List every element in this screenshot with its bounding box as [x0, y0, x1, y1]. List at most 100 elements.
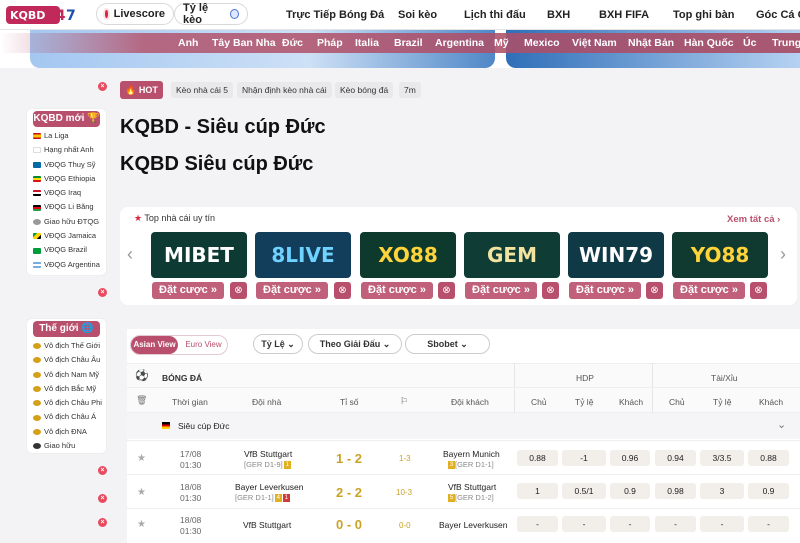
close-ad-icon[interactable]: × — [98, 466, 107, 475]
bet-button[interactable]: Đặt cược » — [361, 282, 433, 299]
country-link[interactable]: Argentina — [435, 37, 484, 49]
tag-link[interactable]: Nhận định kèo nhà cái — [237, 82, 332, 98]
chevron-down-icon[interactable]: ⌄ — [777, 418, 786, 431]
country-link[interactable]: Úc — [743, 37, 756, 49]
bookmaker-mibet-logo[interactable]: MIBET — [151, 232, 247, 278]
odds-away[interactable]: 0.9 — [610, 483, 650, 499]
country-link[interactable]: Brazil — [394, 37, 423, 49]
see-all-link[interactable]: Xem tất cả › — [727, 214, 780, 225]
nav-live[interactable]: Trực Tiếp Bóng Đá — [286, 9, 384, 21]
odds-over[interactable]: - — [655, 516, 696, 532]
odds-away[interactable]: 0.96 — [610, 450, 650, 466]
world-item[interactable]: Vô địch Nam Mỹ — [27, 368, 106, 382]
country-link[interactable]: Mỹ — [494, 37, 509, 49]
tag-link[interactable]: Kèo nhà cái 5 — [171, 82, 233, 98]
country-link[interactable]: Trung Q — [772, 37, 800, 49]
league-item[interactable]: VĐQG Argentina — [27, 258, 106, 272]
odds-ou-line[interactable]: - — [700, 516, 744, 532]
world-item[interactable]: Vô địch Châu Âu — [27, 353, 106, 367]
world-item[interactable]: Vô địch Thế Giới — [27, 339, 106, 353]
country-link[interactable]: Anh — [178, 37, 198, 49]
favorite-star-icon[interactable]: ★ — [137, 487, 146, 498]
odds-handicap[interactable]: -1 — [562, 450, 606, 466]
bet-button[interactable]: Đặt cược » — [256, 282, 328, 299]
match-score[interactable]: 0 - 0 — [336, 517, 362, 532]
odds-ou-line[interactable]: 3 — [700, 483, 744, 499]
home-team[interactable]: VfB Stuttgart — [244, 449, 292, 459]
odds-over[interactable]: 0.94 — [655, 450, 696, 466]
league-item[interactable]: VĐQG Jamaica — [27, 229, 106, 243]
odds-home[interactable]: 1 — [517, 483, 558, 499]
away-team[interactable]: VfB Stuttgart — [448, 482, 496, 492]
match-score[interactable]: 1 - 2 — [336, 451, 362, 466]
away-team[interactable]: Bayer Leverkusen — [439, 520, 508, 530]
league-item[interactable]: VĐQG Ethiopia — [27, 172, 106, 186]
bet-button[interactable]: Đặt cược » — [673, 282, 745, 299]
tag-link[interactable]: Kèo bóng đá — [335, 82, 394, 98]
league-item[interactable]: VĐQG Iraq — [27, 186, 106, 200]
odds-home[interactable]: 0.88 — [517, 450, 558, 466]
world-item[interactable]: Vô địch ĐNA — [27, 425, 106, 439]
country-link[interactable]: Italia — [355, 37, 379, 49]
league-item[interactable]: VĐQG Li Băng — [27, 200, 106, 214]
bookmaker-gem-logo[interactable]: GEM — [464, 232, 560, 278]
remove-icon[interactable]: ⊗ — [646, 282, 663, 299]
remove-icon[interactable]: ⊗ — [230, 282, 247, 299]
tag-link[interactable]: 7m — [399, 82, 421, 98]
match-score[interactable]: 2 - 2 — [336, 485, 362, 500]
league-item[interactable]: Hạng nhất Anh — [27, 143, 106, 157]
country-link[interactable]: Pháp — [317, 37, 343, 49]
world-item[interactable]: Giao hữu — [27, 439, 106, 453]
nav-goc[interactable]: Góc Cá Cư — [756, 9, 800, 21]
country-link[interactable]: Việt Nam — [572, 37, 617, 49]
bookmaker-xo88-logo[interactable]: XO88 — [360, 232, 456, 278]
country-link[interactable]: Mexico — [524, 37, 560, 49]
odds-home[interactable]: - — [517, 516, 558, 532]
nav-schedule[interactable]: Lịch thi đấu — [464, 9, 526, 21]
nav-bxh-fifa[interactable]: BXH FIFA — [599, 9, 649, 21]
odds-over[interactable]: 0.98 — [655, 483, 696, 499]
remove-icon[interactable]: ⊗ — [542, 282, 559, 299]
nav-bxh[interactable]: BXH — [547, 9, 570, 21]
close-ad-icon[interactable]: × — [98, 518, 107, 527]
odds-under[interactable]: - — [748, 516, 789, 532]
odds-type-select[interactable]: Tỷ Lệ ⌄ — [253, 334, 303, 354]
country-link[interactable]: Tây Ban Nha — [212, 37, 276, 49]
remove-icon[interactable]: ⊗ — [334, 282, 351, 299]
bet-button[interactable]: Đặt cược » — [569, 282, 641, 299]
odds-away[interactable]: - — [610, 516, 650, 532]
country-link[interactable]: Hàn Quốc — [684, 37, 734, 49]
bet-button[interactable]: Đặt cược » — [465, 282, 537, 299]
world-item[interactable]: Vô địch Châu Á — [27, 410, 106, 424]
prev-arrow-icon[interactable]: ‹ — [127, 244, 133, 265]
bookmaker-select[interactable]: Sbobet ⌄ — [405, 334, 490, 354]
bookmaker-yo88-logo[interactable]: YO88 — [672, 232, 768, 278]
favorite-star-icon[interactable]: ★ — [137, 519, 146, 530]
home-team[interactable]: VfB Stuttgart — [243, 520, 291, 530]
bookmaker-8live-logo[interactable]: 8LIVE — [255, 232, 351, 278]
league-filter-select[interactable]: Theo Giải Đấu ⌄ — [308, 334, 402, 354]
remove-icon[interactable]: ⊗ — [750, 282, 767, 299]
country-link[interactable]: Nhật Bản — [628, 37, 674, 49]
odds-under[interactable]: 0.9 — [748, 483, 789, 499]
euro-view-tab[interactable]: Euro View — [180, 336, 227, 354]
away-team[interactable]: Bayern Munich — [443, 449, 500, 459]
next-arrow-icon[interactable]: › — [780, 244, 786, 265]
league-item[interactable]: VĐQG Thuỵ Sỹ — [27, 158, 106, 172]
league-item[interactable]: Giao hữu ĐTQG — [27, 215, 106, 229]
close-ad-icon[interactable]: × — [98, 82, 107, 91]
odds-handicap[interactable]: 0.5/1 — [562, 483, 606, 499]
nav-topscorer[interactable]: Top ghi bàn — [673, 9, 735, 21]
bet-button[interactable]: Đặt cược » — [152, 282, 224, 299]
country-link[interactable]: Đức — [282, 37, 303, 49]
bookmaker-win79-logo[interactable]: WIN79 — [568, 232, 664, 278]
odds-handicap[interactable]: - — [562, 516, 606, 532]
world-item[interactable]: Vô địch Bắc Mỹ — [27, 382, 106, 396]
livescore-button[interactable]: Livescore — [96, 3, 174, 25]
close-ad-icon[interactable]: × — [98, 494, 107, 503]
remove-icon[interactable]: ⊗ — [438, 282, 455, 299]
odds-under[interactable]: 0.88 — [748, 450, 789, 466]
site-logo[interactable]: KQBD 24 7 — [6, 4, 86, 26]
league-item[interactable]: VĐQG Brazil — [27, 243, 106, 257]
odds-ou-line[interactable]: 3/3.5 — [700, 450, 744, 466]
